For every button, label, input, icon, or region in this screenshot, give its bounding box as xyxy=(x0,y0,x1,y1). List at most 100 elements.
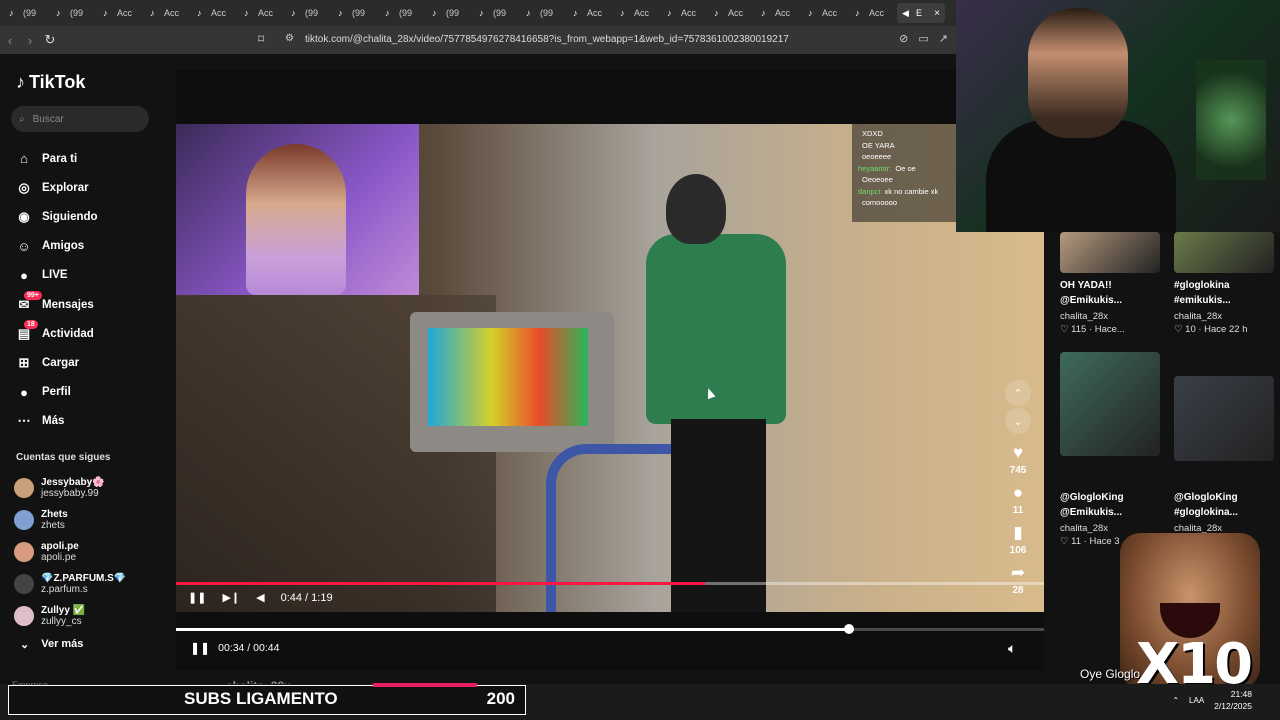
avatar xyxy=(14,574,34,594)
sidebar-item-profile[interactable]: ● Perfil xyxy=(16,378,98,407)
embedded-volume-icon[interactable]: ◀ xyxy=(256,591,264,604)
chat-text: comooooo xyxy=(862,198,898,207)
sidebar-item-friends[interactable]: ☺ Amigos xyxy=(16,232,98,261)
prev-video-button[interactable]: ⌃ xyxy=(1005,380,1031,406)
browser-tab[interactable]: ♪ Acc xyxy=(662,3,707,23)
browser-tab[interactable]: ♪ Acc xyxy=(803,3,848,23)
tiktok-logo[interactable]: ♪ TikTok xyxy=(16,72,85,93)
back-icon[interactable]: ‹ xyxy=(0,33,20,48)
save-button[interactable]: ▮ 106 xyxy=(1010,524,1027,557)
browser-tab[interactable]: ♪ Acc xyxy=(239,3,284,23)
main-player-controls: ❚❚ 00:34 / 00:44 xyxy=(190,641,279,655)
next-video-button[interactable]: ⌄ xyxy=(1005,408,1031,434)
site-info-icon[interactable]: ⚙ xyxy=(285,33,294,44)
recommended-thumbnail[interactable] xyxy=(1174,232,1274,273)
search-input[interactable]: ⌕ Buscar xyxy=(11,106,149,132)
sidebar-item-activity[interactable]: ▤ 18 Actividad xyxy=(16,319,98,348)
see-more-button[interactable]: ⌄ Ver más xyxy=(20,638,83,651)
tiktok-favicon-icon: ♪ xyxy=(9,8,14,18)
chat-text: Oeoeoee xyxy=(862,175,893,184)
recommended-thumbnail[interactable] xyxy=(1060,352,1160,456)
recommended-title[interactable]: @Emikukis... xyxy=(1060,293,1122,308)
browser-tab[interactable]: ♪ (99 xyxy=(51,3,96,23)
recommended-title[interactable]: #gloglokina xyxy=(1174,278,1230,293)
recommended-title[interactable]: @GlogloKing xyxy=(1174,490,1238,505)
following-username: apoli.pe xyxy=(41,552,77,563)
tiktok-note-icon: ♪ xyxy=(16,72,25,92)
following-item[interactable]: apoli.pe apoli.pe xyxy=(14,536,126,568)
sidebar-item-label: Siguiendo xyxy=(42,210,98,223)
reload-icon[interactable]: ↻ xyxy=(40,32,60,48)
browser-tab[interactable]: ♪ (99 xyxy=(380,3,425,23)
like-button[interactable]: ♥ 745 xyxy=(1010,444,1027,477)
recommended-thumbnail[interactable] xyxy=(1174,376,1274,461)
live-icon: ● xyxy=(20,267,28,283)
clock[interactable]: 21:48 2/12/2025 xyxy=(1214,688,1252,712)
browser-tab[interactable]: ♪ (99 xyxy=(4,3,49,23)
sidebar-item-upload[interactable]: ⊞ Cargar xyxy=(16,348,98,377)
embedded-next-icon[interactable]: ▶❙ xyxy=(222,591,240,604)
following-item[interactable]: Zullyy ✅ zullyy_cs xyxy=(14,600,126,632)
video-scene-tv xyxy=(410,312,614,452)
recommended-thumbnail[interactable] xyxy=(1060,232,1160,273)
language-indicator[interactable]: LAA xyxy=(1189,696,1204,705)
browser-tab[interactable]: ♪ Acc xyxy=(568,3,613,23)
home-icon: ⌂ xyxy=(20,151,28,167)
recommended-title[interactable]: @Emikukis... xyxy=(1060,505,1122,520)
sidebar-item-compass[interactable]: ◎ Explorar xyxy=(16,173,98,202)
notification-badge: 18 xyxy=(24,320,38,330)
tray-chevron-icon[interactable]: ⌃ xyxy=(1172,696,1179,705)
browser-tab[interactable]: ♪ Acc xyxy=(709,3,754,23)
recommended-title[interactable]: #gloglokina... xyxy=(1174,505,1238,520)
bookmark-icon[interactable]: ⌑ xyxy=(258,32,264,46)
browser-tab[interactable]: ♪ (99 xyxy=(333,3,378,23)
tiktok-sidebar: ♪ TikTok ⌕ Buscar ⌂ Para ti ◎ Explorar ◉ Sigu… xyxy=(0,54,176,684)
recommended-title[interactable]: @GlogloKing xyxy=(1060,490,1124,505)
chat-text: XDXD xyxy=(862,129,883,138)
browser-tab[interactable]: ♪ Acc xyxy=(850,3,895,23)
following-item[interactable]: Zhets zhets xyxy=(14,504,126,536)
browser-tab[interactable]: ♪ Acc xyxy=(756,3,801,23)
browser-tab[interactable]: ♪ (99 xyxy=(521,3,566,23)
sidebar-item-more[interactable]: ⋯ Más xyxy=(16,407,98,436)
sidebar-item-live[interactable]: ● LIVE xyxy=(16,261,98,290)
browser-tab[interactable]: ♪ Acc xyxy=(98,3,143,23)
address-bar: ‹ › ↻ ⌑ ⚙ tiktok.com/@chalita_28x/video/… xyxy=(0,26,956,54)
following-item[interactable]: Jessybaby🌸 jessybaby.99 xyxy=(14,472,126,504)
comment-button[interactable]: ● 11 xyxy=(1013,484,1024,517)
sidebar-item-messages[interactable]: ✉ 99+ Mensajes xyxy=(16,290,98,319)
embedded-pause-icon[interactable]: ❚❚ xyxy=(188,591,206,604)
browser-tab[interactable]: ♪ (99 xyxy=(474,3,519,23)
sidebar-item-following[interactable]: ◉ Siguiendo xyxy=(16,202,98,231)
recommended-title[interactable]: #emikukis... xyxy=(1174,293,1231,308)
pip-icon[interactable]: ▭ xyxy=(918,32,928,45)
volume-icon[interactable]: 🔈︎ xyxy=(1008,640,1016,657)
recommended-title[interactable]: OH YADA!! xyxy=(1060,278,1112,293)
no-tracking-icon[interactable]: ⊘ xyxy=(899,32,908,45)
browser-tab[interactable]: ♪ Acc xyxy=(145,3,190,23)
browser-tab[interactable]: ♪ Acc xyxy=(615,3,660,23)
forward-icon[interactable]: › xyxy=(20,33,40,48)
share-icon[interactable]: ↗ xyxy=(939,32,948,45)
system-tray: ⌃ LAA 21:48 2/12/2025 xyxy=(1172,688,1252,712)
close-tab-icon[interactable]: × xyxy=(934,8,940,19)
search-icon: ⌕ xyxy=(19,113,25,125)
share-count: 28 xyxy=(1012,585,1024,596)
sidebar-item-home[interactable]: ⌂ Para ti xyxy=(16,144,98,173)
chat-text: xk no cambie xk xyxy=(884,186,939,196)
video-scene-person xyxy=(646,174,796,612)
browser-tab-active[interactable]: ◀ E × xyxy=(897,3,945,23)
browser-tab[interactable]: ♪ (99 xyxy=(286,3,331,23)
main-progress-handle[interactable] xyxy=(843,624,854,634)
browser-tab[interactable]: ♪ (99 xyxy=(427,3,472,23)
clock-time: 21:48 xyxy=(1230,689,1252,699)
following-item[interactable]: 💎Z.PARFUM.S💎 z.parfum.s xyxy=(14,568,126,600)
url-field[interactable]: tiktok.com/@chalita_28x/video/7577854976… xyxy=(305,34,789,45)
main-time: 00:34 / 00:44 xyxy=(218,642,280,654)
browser-tab-bar: ♪ (99 ♪ (99 ♪ Acc ♪ Acc ♪ Acc ♪ Acc ♪ (99 ♪ (99 ♪ (99 ♪ (99… xyxy=(0,0,956,26)
browser-tab[interactable]: ♪ Acc xyxy=(192,3,237,23)
share-button[interactable]: ➦ 28 xyxy=(1011,564,1025,597)
tiktok-favicon-icon: ♪ xyxy=(103,8,108,18)
pause-icon[interactable]: ❚❚ xyxy=(190,641,210,655)
video-player[interactable]: XDXD OE YARA oeoeeee heyaamtr: Oe oe Oeoeoee d… xyxy=(176,124,1044,612)
